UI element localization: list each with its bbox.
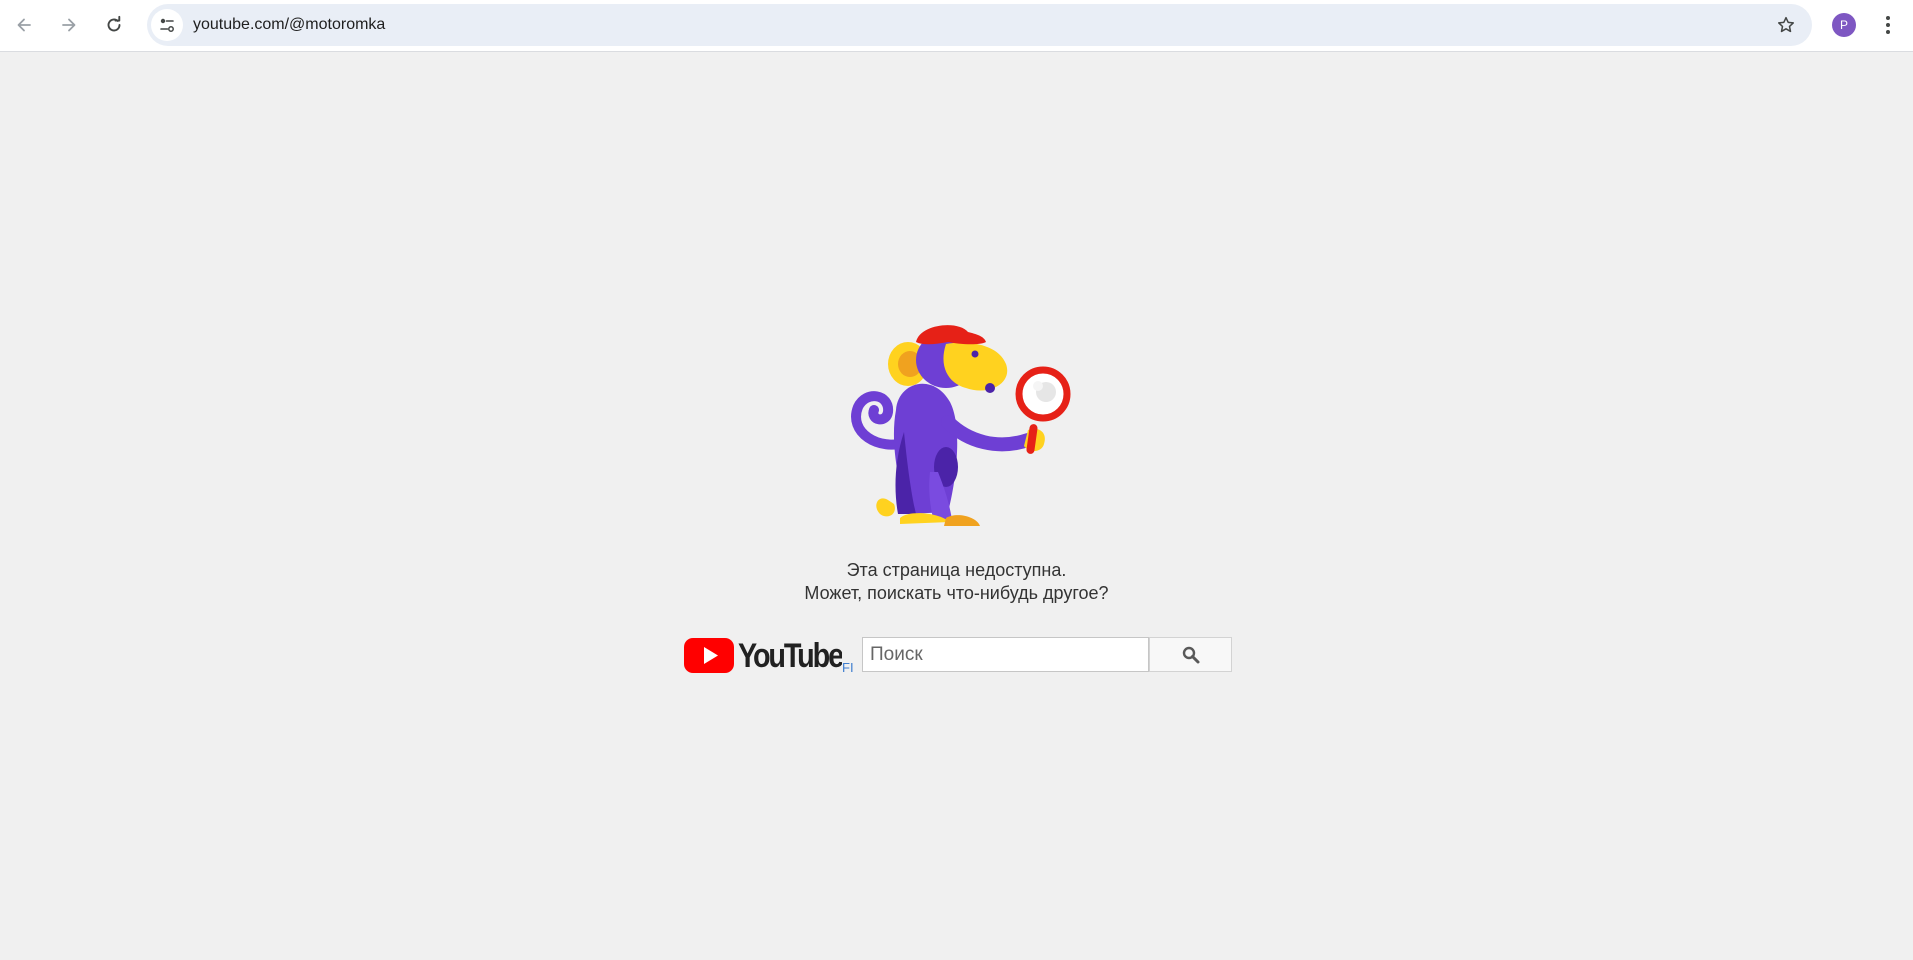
error-message-line1: Эта страница недоступна. [846, 560, 1067, 580]
back-button[interactable] [7, 8, 41, 42]
search-input[interactable] [862, 637, 1149, 672]
profile-avatar[interactable]: P [1832, 13, 1856, 37]
url-text[interactable]: youtube.com/@motoromka [193, 16, 385, 34]
site-info-button[interactable] [151, 9, 183, 41]
bookmark-button[interactable] [1774, 13, 1798, 37]
search-icon [1182, 646, 1199, 663]
profile-initial: P [1839, 18, 1848, 32]
monkey-illustration [851, 325, 1071, 526]
youtube-logo[interactable]: YouTube [684, 635, 842, 675]
search-button[interactable] [1149, 637, 1232, 672]
forward-button[interactable] [52, 8, 86, 42]
browser-toolbar: youtube.com/@motoromka P [0, 0, 1913, 52]
error-message-line2: Может, поискать что-нибудь другое? [804, 583, 1109, 603]
svg-text:YouTube: YouTube [738, 637, 842, 675]
logo-region-code: FI [842, 660, 854, 675]
star-icon [1778, 16, 1794, 33]
address-bar[interactable]: youtube.com/@motoromka [147, 4, 1812, 46]
reload-icon [107, 15, 121, 32]
more-vert-icon[interactable] [1876, 10, 1900, 40]
site-settings-icon [160, 18, 174, 32]
forward-arrow-icon [62, 18, 76, 32]
back-arrow-icon [17, 18, 31, 32]
reload-button[interactable] [97, 8, 131, 42]
